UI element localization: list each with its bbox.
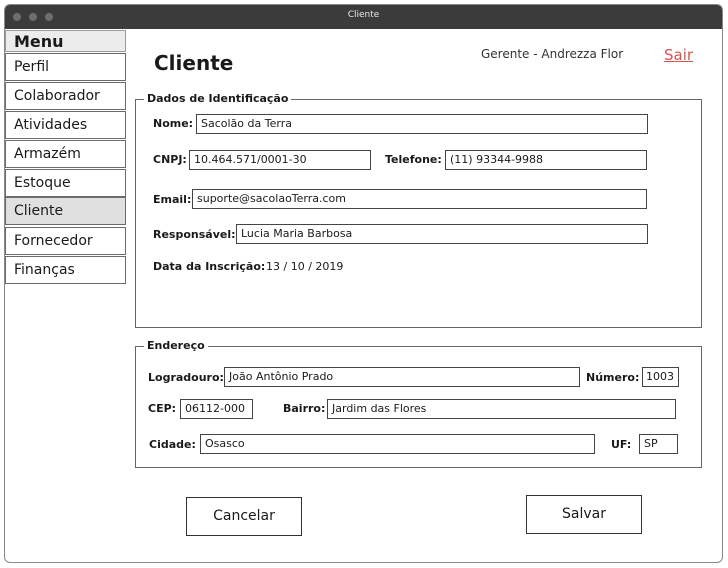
- cnpj-label: CNPJ:: [153, 153, 187, 166]
- menu-item-colaborador[interactable]: Colaborador: [5, 82, 126, 110]
- cancel-button[interactable]: Cancelar: [186, 497, 302, 536]
- menu-item-perfil[interactable]: Perfil: [5, 53, 126, 81]
- uf-label: UF:: [611, 438, 632, 451]
- user-info: Gerente - Andrezza Flor: [481, 47, 624, 61]
- numero-field[interactable]: 1003: [642, 367, 679, 387]
- app-window: Cliente Menu Perfil Colaborador Atividad…: [4, 4, 723, 563]
- menu-heading: Menu: [5, 30, 126, 52]
- logout-link[interactable]: Sair: [664, 46, 693, 64]
- window-title: Cliente: [347, 10, 380, 20]
- cnpj-field[interactable]: 10.464.571/0001-30: [189, 150, 371, 170]
- menu-item-armazem[interactable]: Armazém: [5, 140, 126, 168]
- nome-field[interactable]: Sacolão da Terra: [196, 114, 648, 134]
- title-bar: Cliente: [5, 5, 722, 29]
- bairro-label: Bairro:: [283, 402, 326, 415]
- cidade-field[interactable]: Osasco: [200, 434, 595, 454]
- menu-item-financas[interactable]: Finanças: [5, 256, 126, 284]
- logradouro-label: Logradouro:: [148, 371, 224, 384]
- responsavel-field[interactable]: Lucia Maria Barbosa: [236, 224, 648, 244]
- inscricao-value: 13 / 10 / 2019: [266, 260, 344, 273]
- page-title: Cliente: [154, 51, 234, 75]
- menu-item-fornecedor[interactable]: Fornecedor: [5, 227, 126, 255]
- numero-label: Número:: [586, 371, 640, 384]
- save-button[interactable]: Salvar: [526, 495, 642, 534]
- logradouro-field[interactable]: João Antônio Prado: [224, 367, 580, 387]
- address-legend: Endereço: [144, 339, 208, 352]
- email-label: Email:: [153, 193, 192, 206]
- inscricao-label: Data da Inscrição:: [153, 260, 266, 273]
- cidade-label: Cidade:: [149, 438, 196, 451]
- telefone-label: Telefone:: [385, 153, 442, 166]
- cep-field[interactable]: 06112-000: [180, 399, 253, 419]
- cep-label: CEP:: [148, 402, 177, 415]
- identification-legend: Dados de Identificação: [144, 92, 292, 105]
- responsavel-label: Responsável:: [153, 228, 236, 241]
- telefone-field[interactable]: (11) 93344-9988: [445, 150, 647, 170]
- menu-item-atividades[interactable]: Atividades: [5, 111, 126, 139]
- menu-item-cliente[interactable]: Cliente: [5, 197, 126, 225]
- uf-field[interactable]: SP: [639, 434, 678, 454]
- nome-label: Nome:: [153, 117, 194, 130]
- menu-item-estoque[interactable]: Estoque: [5, 169, 126, 197]
- bairro-field[interactable]: Jardim das Flores: [327, 399, 676, 419]
- email-field[interactable]: suporte@sacolaoTerra.com: [192, 189, 647, 209]
